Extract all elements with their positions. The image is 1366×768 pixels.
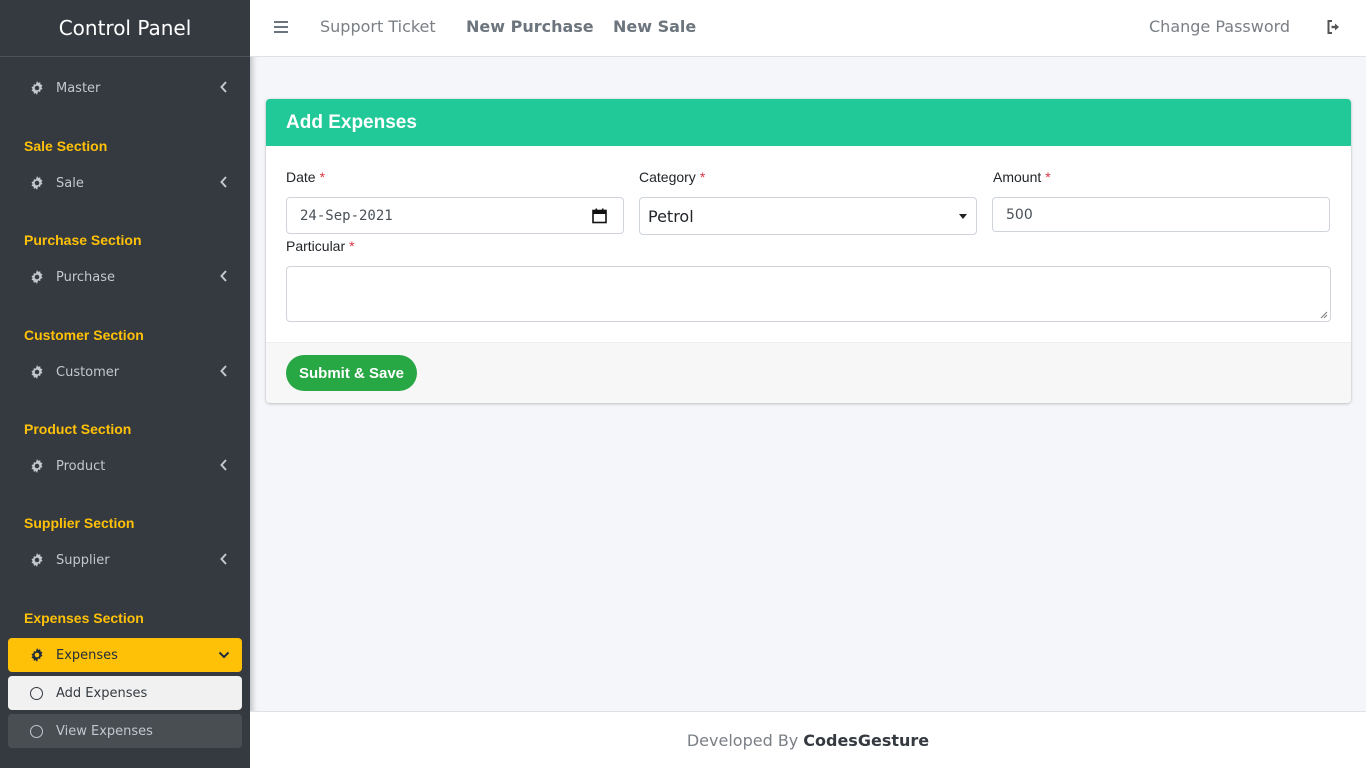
amount-input[interactable]: 500: [992, 197, 1330, 232]
amount-label: Amount *: [993, 169, 1051, 185]
sidebar-item-master[interactable]: Master: [8, 71, 242, 105]
particular-textarea[interactable]: [286, 266, 1331, 322]
gear-icon: [30, 553, 44, 567]
gear-icon: [30, 270, 44, 284]
chevron-left-icon: [220, 270, 227, 282]
sidebar-item-label: Supplier: [56, 552, 110, 568]
sidebar-item-label: Sale: [56, 175, 84, 191]
chevron-left-icon: [220, 553, 227, 565]
page-footer: Developed By CodesGesture: [250, 711, 1366, 768]
sidebar-item-customer[interactable]: Customer: [8, 355, 242, 389]
sidebar-subitem-label: View Expenses: [56, 723, 153, 739]
circle-icon: [30, 686, 43, 700]
sidebar-item-label: Purchase: [56, 269, 116, 285]
new-purchase-link[interactable]: New Purchase: [466, 17, 594, 36]
brand-link[interactable]: Control Panel: [0, 0, 250, 57]
customer-section-header: Customer Section: [24, 327, 144, 343]
card-header: Add Expenses: [266, 99, 1351, 146]
change-password-link[interactable]: Change Password: [1149, 17, 1290, 36]
required-mark: *: [319, 169, 326, 185]
sidebar-subitem-view-expenses[interactable]: View Expenses: [8, 714, 242, 748]
gear-icon: [30, 648, 44, 662]
sidebar-item-purchase[interactable]: Purchase: [8, 260, 242, 294]
select-caret-icon: [959, 214, 967, 219]
chevron-left-icon: [220, 365, 227, 377]
sidebar-item-expenses[interactable]: Expenses: [8, 638, 242, 672]
required-mark: *: [699, 169, 706, 185]
chevron-left-icon: [220, 176, 227, 188]
sidebar-item-label: Master: [56, 80, 101, 96]
sale-section-header: Sale Section: [24, 138, 108, 154]
brand-title: Control Panel: [58, 16, 192, 40]
sidebar-item-sale[interactable]: Sale: [8, 166, 242, 200]
category-label: Category *: [639, 169, 706, 185]
date-value: 24-Sep-2021: [300, 207, 393, 224]
sidebar-subitem-label: Add Expenses: [56, 685, 148, 701]
top-navbar: Support Ticket New Purchase New Sale Cha…: [250, 0, 1366, 57]
category-select[interactable]: Petrol: [639, 197, 977, 235]
new-sale-link[interactable]: New Sale: [613, 17, 696, 36]
add-expenses-card: Add Expenses Date * 24-Sep-2021 Category *…: [266, 99, 1351, 403]
required-mark: *: [1045, 169, 1051, 185]
gear-icon: [30, 459, 44, 473]
submit-save-button[interactable]: Submit & Save: [286, 355, 418, 391]
category-value: Petrol: [648, 206, 694, 226]
footer-brand[interactable]: CodesGesture: [803, 731, 929, 750]
date-label: Date *: [286, 169, 326, 185]
sidebar-subitem-add-expenses[interactable]: Add Expenses: [8, 676, 242, 710]
footer-prefix: Developed By: [686, 730, 799, 750]
circle-icon: [30, 724, 43, 738]
purchase-section-header: Purchase Section: [24, 232, 142, 248]
support-ticket-link[interactable]: Support Ticket: [320, 17, 436, 36]
sidebar-item-label: Expenses: [56, 647, 118, 663]
logout-icon[interactable]: [1326, 19, 1342, 35]
chevron-down-icon: [218, 651, 230, 659]
sidebar-item-product[interactable]: Product: [8, 449, 242, 483]
chevron-left-icon: [220, 81, 227, 93]
sidebar-item-label: Customer: [56, 364, 120, 380]
date-input[interactable]: 24-Sep-2021: [286, 197, 624, 234]
expenses-section-header: Expenses Section: [24, 610, 144, 626]
gear-icon: [30, 365, 44, 379]
resize-handle-icon[interactable]: [1320, 311, 1328, 319]
sidebar-item-supplier[interactable]: Supplier: [8, 543, 242, 577]
supplier-section-header: Supplier Section: [24, 515, 135, 531]
required-mark: *: [349, 238, 355, 254]
calendar-icon[interactable]: [592, 208, 607, 224]
sidebar: Control Panel Master Sale Section Sale P…: [0, 0, 250, 768]
card-footer: Submit & Save: [266, 342, 1351, 403]
gear-icon: [30, 81, 44, 95]
amount-value: 500: [1006, 206, 1033, 223]
card-title: Add Expenses: [286, 111, 417, 133]
sidebar-item-label: Product: [56, 458, 106, 474]
particular-label: Particular *: [286, 238, 355, 254]
hamburger-menu-icon[interactable]: [274, 20, 288, 34]
chevron-left-icon: [220, 459, 227, 471]
product-section-header: Product Section: [24, 421, 132, 437]
gear-icon: [30, 176, 44, 190]
